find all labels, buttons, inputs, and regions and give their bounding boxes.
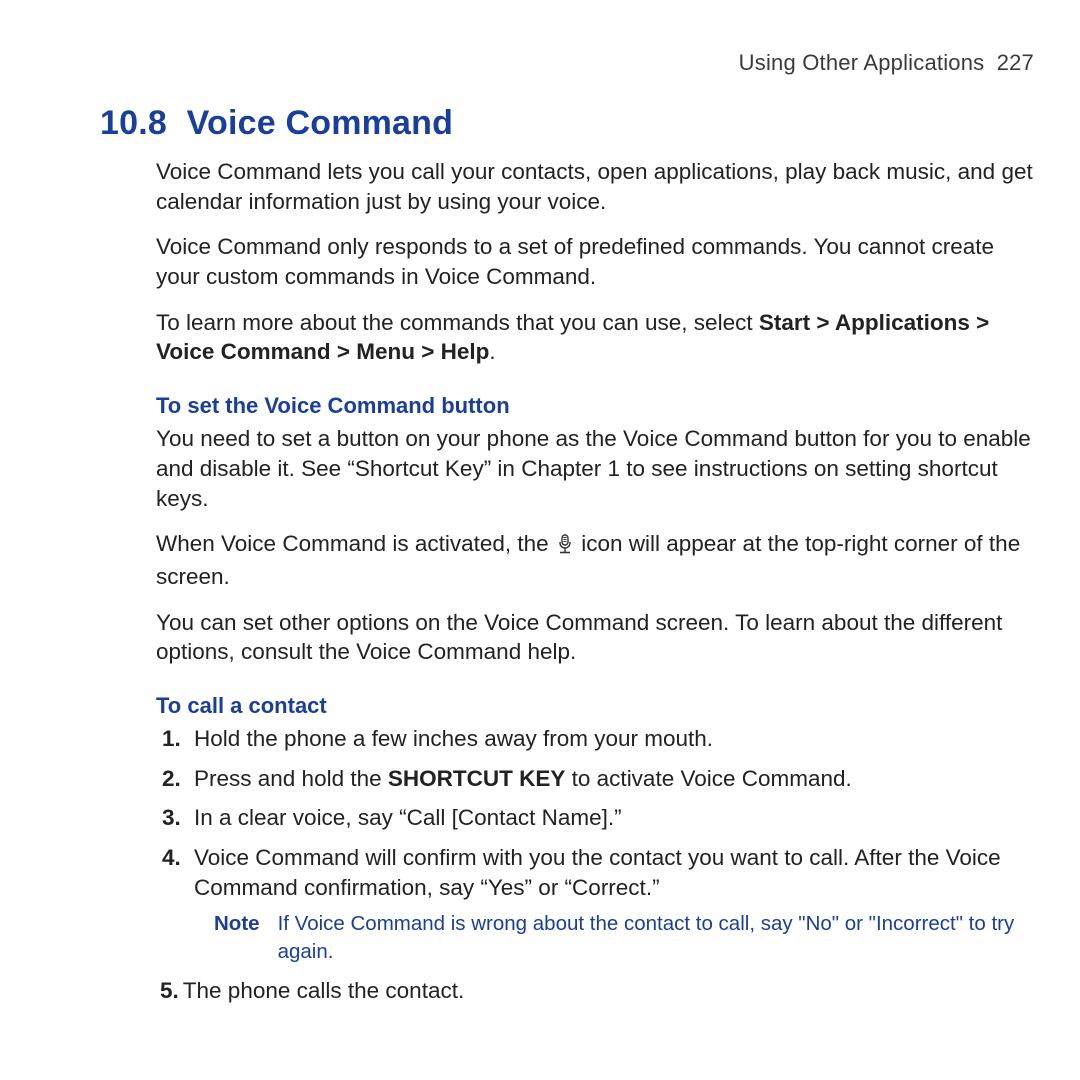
- step-4-text: Voice Command will confirm with you the …: [194, 845, 1001, 900]
- subheading-call-contact: To call a contact: [156, 691, 1040, 720]
- step-4: Voice Command will confirm with you the …: [188, 843, 1040, 966]
- note-label: Note: [214, 910, 260, 965]
- page-number: 227: [997, 50, 1034, 75]
- intro-3-a: To learn more about the commands that yo…: [156, 310, 759, 335]
- step-1: Hold the phone a few inches away from yo…: [188, 724, 1040, 754]
- section-title-text: Voice Command: [187, 104, 453, 142]
- step-2-b: to activate Voice Command.: [565, 766, 851, 791]
- call-contact-steps: Hold the phone a few inches away from yo…: [156, 724, 1040, 1005]
- step-5-text: The phone calls the contact.: [183, 978, 464, 1003]
- note-block: Note If Voice Command is wrong about the…: [214, 910, 1040, 965]
- subheading-set-button: To set the Voice Command button: [156, 391, 1040, 420]
- intro-paragraph-3: To learn more about the commands that yo…: [156, 308, 1040, 367]
- set-button-p3: You can set other options on the Voice C…: [156, 608, 1040, 667]
- step-3-text: In a clear voice, say “Call [Contact Nam…: [194, 805, 622, 830]
- step-1-text: Hold the phone a few inches away from yo…: [194, 726, 713, 751]
- step-3: In a clear voice, say “Call [Contact Nam…: [188, 803, 1040, 833]
- voice-command-icon: [557, 532, 573, 562]
- step-2-bold: SHORTCUT KEY: [388, 766, 566, 791]
- section-number: 10.8: [100, 104, 167, 142]
- set-button-p2: When Voice Command is activated, the ico…: [156, 529, 1040, 591]
- set-button-p1: You need to set a button on your phone a…: [156, 424, 1040, 513]
- chapter-title: Using Other Applications: [739, 50, 985, 75]
- set-button-p2-a: When Voice Command is activated, the: [156, 531, 555, 556]
- step-2: Press and hold the SHORTCUT KEY to activ…: [188, 764, 1040, 794]
- step-2-a: Press and hold the: [194, 766, 388, 791]
- note-text: If Voice Command is wrong about the cont…: [278, 910, 1040, 965]
- step-5: The phone calls the contact.: [160, 976, 1040, 1006]
- intro-paragraph-1: Voice Command lets you call your contact…: [156, 157, 1040, 216]
- intro-3-b: .: [489, 339, 495, 364]
- intro-paragraph-2: Voice Command only responds to a set of …: [156, 232, 1040, 291]
- section-heading: 10.8 Voice Command: [100, 104, 1040, 143]
- running-header: Using Other Applications 227: [100, 50, 1040, 76]
- manual-page: Using Other Applications 227 10.8 Voice …: [0, 0, 1080, 1080]
- section-body: Voice Command lets you call your contact…: [156, 157, 1040, 1005]
